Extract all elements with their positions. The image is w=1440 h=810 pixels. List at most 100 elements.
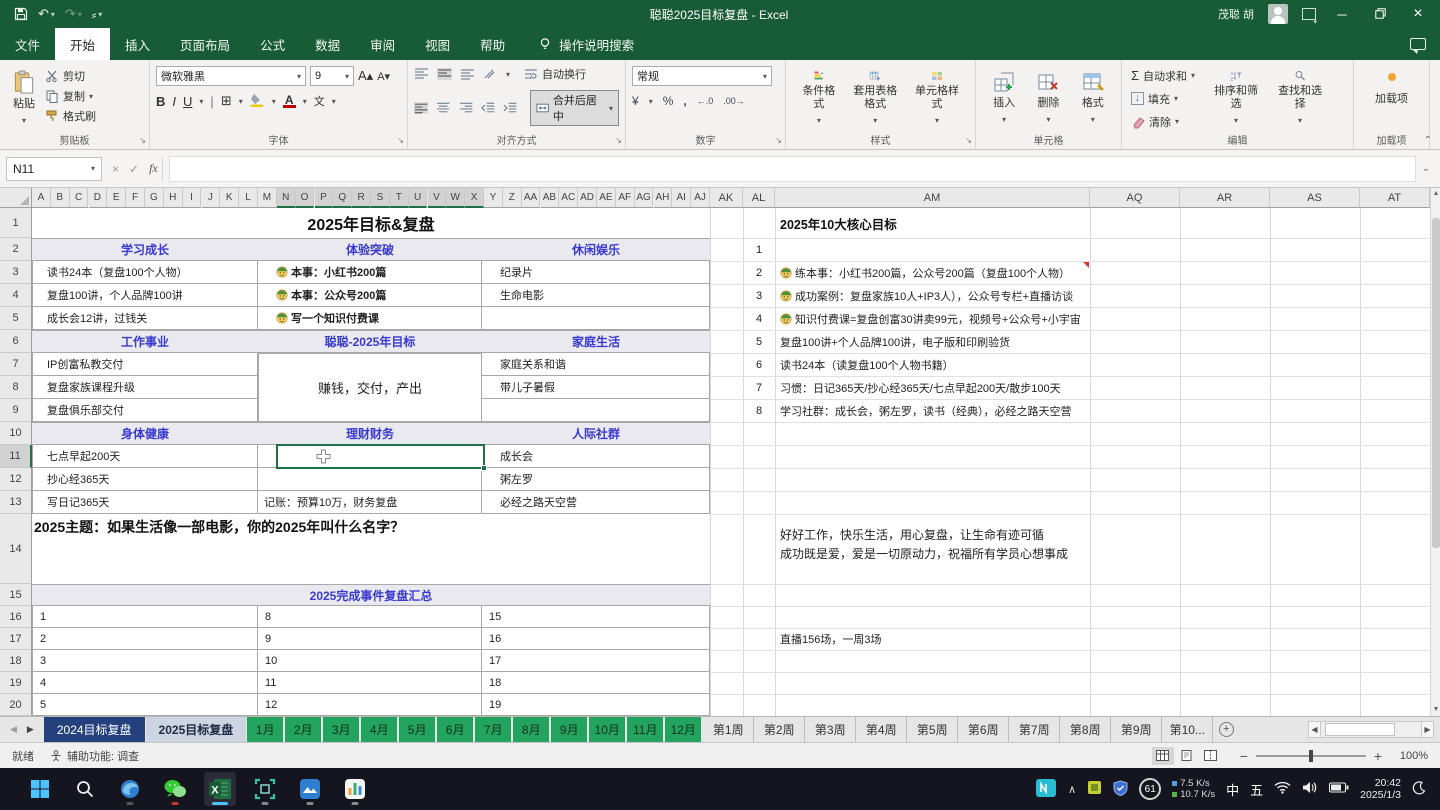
row-header-6[interactable]: 6: [0, 330, 32, 353]
alignment-dialog-launcher-icon[interactable]: ↘: [615, 136, 622, 145]
row-header-16[interactable]: 16: [0, 606, 32, 628]
increase-font-icon[interactable]: A▴: [358, 66, 373, 86]
menu-tab-公式[interactable]: 公式: [245, 28, 300, 60]
summary-cell[interactable]: 2: [32, 628, 258, 650]
table-cell[interactable]: [482, 399, 710, 422]
row-header-11[interactable]: 11: [0, 445, 32, 468]
find-select-button[interactable]: 查找和选择▾: [1268, 66, 1332, 131]
battery-icon[interactable]: [1329, 782, 1349, 796]
column-header-AH[interactable]: AH: [654, 188, 673, 208]
column-header-AR[interactable]: AR: [1180, 188, 1270, 208]
wifi-icon[interactable]: [1274, 781, 1291, 797]
night-mode-moon-icon[interactable]: [1412, 781, 1426, 798]
number-format-select[interactable]: 常规▾: [632, 66, 772, 86]
cancel-icon[interactable]: ×: [112, 162, 119, 176]
align-top-icon[interactable]: [414, 68, 429, 80]
format-cells-button[interactable]: 格式▾: [1075, 66, 1111, 131]
summary-cell[interactable]: 4: [32, 672, 258, 694]
sheet-tab-7月[interactable]: 7月: [475, 717, 511, 742]
fill-color-button[interactable]: [250, 92, 265, 110]
menu-tab-帮助[interactable]: 帮助: [465, 28, 520, 60]
column-header-H[interactable]: H: [164, 188, 183, 208]
increase-decimal-button[interactable]: ←.0: [697, 96, 714, 106]
sheet-tab-第4周[interactable]: 第4周: [856, 717, 907, 742]
summary-cell[interactable]: 9: [258, 628, 482, 650]
accounting-format-button[interactable]: ¥: [632, 94, 639, 108]
table-cell[interactable]: 复盘俱乐部交付: [32, 399, 258, 422]
comments-icon[interactable]: [1410, 38, 1426, 50]
sheet-tab-第8周[interactable]: 第8周: [1060, 717, 1111, 742]
font-family-select[interactable]: 微软雅黑▾: [156, 66, 306, 86]
align-right-icon[interactable]: [459, 102, 473, 114]
column-header-AM[interactable]: AM: [775, 188, 1090, 208]
sheet-tab-2月[interactable]: 2月: [285, 717, 321, 742]
row-header-7[interactable]: 7: [0, 353, 32, 376]
column-header-AJ[interactable]: AJ: [691, 188, 710, 208]
zoom-slider[interactable]: [1256, 755, 1366, 757]
summary-cell[interactable]: 8: [258, 606, 482, 628]
table-cell[interactable]: 带儿子暑假: [482, 376, 710, 399]
sheet-nav-right-icon[interactable]: ▶: [27, 724, 34, 735]
table-cell[interactable]: 写日记365天: [32, 491, 258, 514]
align-bottom-icon[interactable]: [460, 68, 475, 80]
column-header-K[interactable]: K: [220, 188, 239, 208]
sheet-tab-6月[interactable]: 6月: [437, 717, 473, 742]
sheet-tab-5月[interactable]: 5月: [399, 717, 435, 742]
table-cell[interactable]: 生命电影: [482, 284, 710, 307]
summary-cell[interactable]: 17: [482, 650, 710, 672]
align-left-icon[interactable]: [414, 102, 428, 114]
sheet-tab-第7周[interactable]: 第7周: [1009, 717, 1060, 742]
page-layout-view-icon[interactable]: [1176, 747, 1198, 765]
column-header-U[interactable]: U: [409, 188, 428, 208]
new-sheet-button[interactable]: +: [1213, 717, 1239, 742]
insert-function-icon[interactable]: fx: [149, 161, 158, 176]
name-box[interactable]: N11▾: [6, 157, 102, 181]
collapse-ribbon-icon[interactable]: ⌃: [1424, 135, 1432, 146]
column-header-AS[interactable]: AS: [1270, 188, 1360, 208]
security-shield-icon[interactable]: [1113, 780, 1128, 799]
sort-filter-button[interactable]: AZ 排序和筛选▾: [1204, 66, 1268, 131]
wrap-text-button[interactable]: 自动换行: [524, 66, 586, 82]
taskbar-icon-excel[interactable]: X: [204, 772, 236, 806]
phonetic-guide-button[interactable]: 文: [314, 93, 325, 109]
taskbar-icon-chart-app[interactable]: [339, 772, 371, 806]
column-header-F[interactable]: F: [126, 188, 145, 208]
taskbar-icon-wechat[interactable]: [159, 772, 191, 806]
table-cell[interactable]: 复盘100讲，个人品牌100讲: [32, 284, 258, 307]
column-header-AD[interactable]: AD: [578, 188, 597, 208]
row-header-2[interactable]: 2: [0, 238, 32, 261]
row-header-1[interactable]: 1: [0, 208, 32, 238]
summary-cell[interactable]: 15: [482, 606, 710, 628]
column-header-E[interactable]: E: [107, 188, 126, 208]
table-cell[interactable]: 纪录片: [482, 261, 710, 284]
sheet-tab-3月[interactable]: 3月: [323, 717, 359, 742]
user-avatar[interactable]: [1268, 4, 1288, 24]
increase-indent-icon[interactable]: [503, 102, 517, 114]
column-header-AQ[interactable]: AQ: [1090, 188, 1180, 208]
column-header-AL[interactable]: AL: [743, 188, 775, 208]
sheet-tab-第10...[interactable]: 第10...: [1162, 717, 1213, 742]
core-goal-cell[interactable]: 学习社群：成长会，粥左罗，读书（经典），必经之路天空营: [775, 399, 1090, 422]
sheet-tab-1月[interactable]: 1月: [247, 717, 283, 742]
summary-cell[interactable]: 3: [32, 650, 258, 672]
table-cell[interactable]: 写一个知识付费课: [258, 307, 482, 330]
menu-tab-开始[interactable]: 开始: [55, 28, 110, 60]
copy-button[interactable]: 复制▾: [42, 86, 99, 106]
enter-icon[interactable]: ✓: [129, 162, 139, 176]
clipboard-dialog-launcher-icon[interactable]: ↘: [139, 136, 146, 145]
vertical-scrollbar[interactable]: ▲ ▼: [1430, 188, 1440, 716]
restore-button[interactable]: [1368, 7, 1392, 22]
summary-cell[interactable]: 11: [258, 672, 482, 694]
customize-qat-button[interactable]: ⸗▾: [92, 7, 102, 22]
decrease-font-icon[interactable]: A▾: [377, 66, 390, 86]
row-header-18[interactable]: 18: [0, 650, 32, 672]
volume-icon[interactable]: [1302, 781, 1318, 797]
table-cell[interactable]: [258, 468, 482, 491]
zoom-in-icon[interactable]: +: [1374, 748, 1382, 764]
delete-cells-button[interactable]: 删除▾: [1030, 66, 1066, 131]
table-cell[interactable]: 读书24本（复盘100个人物）: [32, 261, 258, 284]
insert-cells-button[interactable]: 插入▾: [986, 66, 1022, 131]
column-header-A[interactable]: A: [32, 188, 51, 208]
network-speed[interactable]: 7.5 K/s 10.7 K/s: [1172, 778, 1215, 800]
row-header-12[interactable]: 12: [0, 468, 32, 491]
